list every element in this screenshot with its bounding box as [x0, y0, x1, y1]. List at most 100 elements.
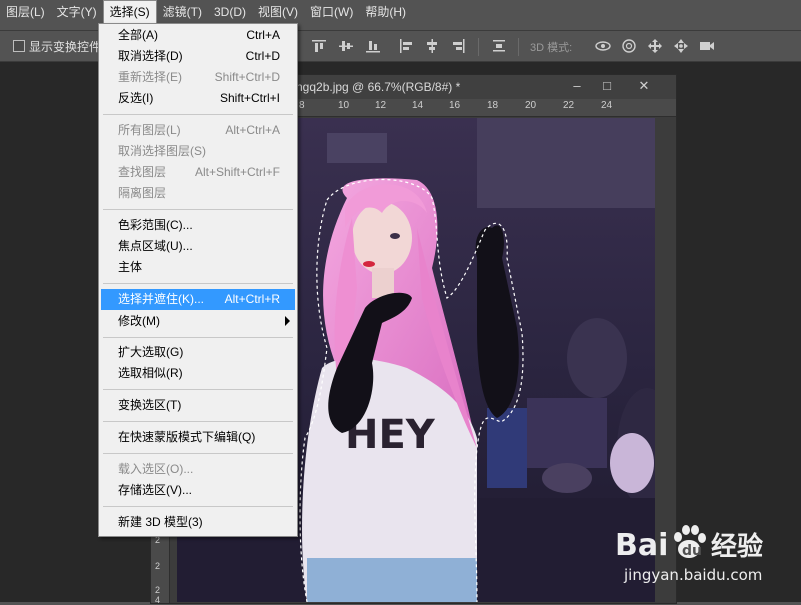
- menu-item-shortcut: Alt+Shift+Ctrl+F: [194, 165, 280, 179]
- menu-3d[interactable]: 3D(D): [208, 0, 252, 24]
- show-transform-label: 显示变换控件: [29, 40, 102, 54]
- menu-item-label: 色彩范围(C)...: [118, 218, 193, 232]
- paw-icon: du: [674, 525, 706, 559]
- submenu-arrow-icon: [285, 316, 290, 326]
- menu-item-shortcut: Ctrl+A: [246, 28, 280, 42]
- ruler-label: 10: [338, 100, 350, 111]
- ruler-label: 8: [299, 100, 305, 111]
- align-hcenter-icon[interactable]: [423, 37, 441, 55]
- menu-item-similar[interactable]: 选取相似(R): [101, 363, 295, 384]
- menu-item-save-selection[interactable]: 存储选区(V)...: [101, 480, 295, 501]
- menu-item-label: 反选(I): [118, 91, 154, 105]
- menu-item-inverse[interactable]: 反选(I) Shift+Ctrl+I: [101, 88, 295, 109]
- ruler-label: 2: [155, 561, 161, 571]
- menu-help[interactable]: 帮助(H): [359, 0, 412, 24]
- menu-select[interactable]: 选择(S): [102, 0, 157, 24]
- distribute-icon[interactable]: [490, 37, 508, 55]
- menu-layer[interactable]: 图层(L): [0, 0, 51, 24]
- menu-item-label: 全部(A): [118, 28, 158, 42]
- menu-item-label: 隔离图层: [118, 186, 167, 200]
- pan-3d-icon[interactable]: [646, 37, 664, 55]
- show-transform-checkbox[interactable]: [13, 40, 25, 52]
- menu-bar: 图层(L) 文字(Y) 选择(S) 滤镜(T) 3D(D) 视图(V) 窗口(W…: [0, 0, 801, 24]
- baidu-jingyan-logo: Bai du 经验: [615, 521, 785, 568]
- menu-item-label: 查找图层: [118, 165, 167, 179]
- menu-item-isolate-layers: 隔离图层: [101, 183, 295, 204]
- svg-text:du: du: [682, 543, 702, 559]
- menu-item-all-layers: 所有图层(L) Alt+Ctrl+A: [101, 120, 295, 141]
- menu-item-focus-area[interactable]: 焦点区域(U)...: [101, 236, 295, 257]
- align-vcenter-icon[interactable]: [337, 37, 355, 55]
- menu-separator: [103, 389, 293, 390]
- maximize-button[interactable]: □: [592, 77, 622, 95]
- minimize-button[interactable]: –: [562, 77, 592, 95]
- menu-item-shortcut: Shift+Ctrl+I: [219, 91, 280, 105]
- ruler-label: 16: [449, 100, 461, 111]
- menu-item-grow[interactable]: 扩大选取(G): [101, 342, 295, 363]
- separator: [518, 38, 519, 56]
- menu-item-deselect-layers: 取消选择图层(S): [101, 141, 295, 162]
- menu-item-label: 在快速蒙版模式下编辑(Q): [118, 430, 256, 444]
- menu-item-label: 选取相似(R): [118, 366, 183, 380]
- menu-type[interactable]: 文字(Y): [51, 0, 103, 24]
- menu-item-label: 焦点区域(U)...: [118, 239, 193, 253]
- ruler-label: 14: [412, 100, 424, 111]
- align-bottom-icon[interactable]: [364, 37, 382, 55]
- menu-item-new-3d-model[interactable]: 新建 3D 模型(3): [101, 512, 295, 533]
- menu-item-deselect[interactable]: 取消选择(D) Ctrl+D: [101, 46, 295, 67]
- menu-item-label: 存储选区(V)...: [118, 483, 192, 497]
- align-right-icon[interactable]: [449, 37, 467, 55]
- menu-item-label: 取消选择(D): [118, 49, 183, 63]
- menu-view[interactable]: 视图(V): [252, 0, 304, 24]
- menu-item-label: 新建 3D 模型(3): [118, 515, 203, 529]
- select-menu-dropdown: 全部(A) Ctrl+A 取消选择(D) Ctrl+D 重新选择(E) Shift+C…: [98, 23, 298, 537]
- close-button[interactable]: ✕: [629, 77, 659, 95]
- menu-separator: [103, 114, 293, 115]
- menu-separator: [103, 283, 293, 284]
- menu-item-shortcut: Shift+Ctrl+D: [214, 70, 280, 84]
- menu-item-label: 重新选择(E): [118, 70, 182, 84]
- menu-item-shortcut: Alt+Ctrl+A: [225, 123, 280, 137]
- ruler-label: 22: [563, 100, 575, 111]
- camera-3d-icon[interactable]: [698, 37, 716, 55]
- menu-item-shortcut: Alt+Ctrl+R: [224, 292, 280, 306]
- menu-item-select-and-mask[interactable]: 选择并遮住(K)... Alt+Ctrl+R: [101, 289, 295, 310]
- menu-item-label: 选择并遮住(K)...: [118, 292, 204, 306]
- menu-item-color-range[interactable]: 色彩范围(C)...: [101, 215, 295, 236]
- svg-text:Bai: Bai: [615, 528, 668, 563]
- menu-item-all[interactable]: 全部(A) Ctrl+A: [101, 25, 295, 46]
- menu-item-label: 载入选区(O)...: [118, 462, 194, 476]
- ruler-label: 4: [155, 595, 161, 605]
- ruler-label: 20: [525, 100, 537, 111]
- menu-item-label: 修改(M): [118, 314, 160, 328]
- ruler-label: 12: [375, 100, 387, 111]
- align-left-icon[interactable]: [397, 37, 415, 55]
- menu-item-reselect: 重新选择(E) Shift+Ctrl+D: [101, 67, 295, 88]
- menu-separator: [103, 209, 293, 210]
- menu-item-quick-mask[interactable]: 在快速蒙版模式下编辑(Q): [101, 427, 295, 448]
- menu-item-label: 取消选择图层(S): [118, 144, 206, 158]
- ruler-label: 2: [155, 585, 161, 595]
- menu-separator: [103, 337, 293, 338]
- roll-3d-icon[interactable]: [620, 37, 638, 55]
- watermark-url: jingyan.baidu.com: [624, 566, 763, 584]
- menu-item-subject[interactable]: 主体: [101, 257, 295, 278]
- menu-window[interactable]: 窗口(W): [304, 0, 359, 24]
- document-title: ngq2b.jpg @ 66.7%(RGB/8#) *: [296, 80, 461, 94]
- slide-3d-icon[interactable]: [672, 37, 690, 55]
- separator: [478, 38, 479, 56]
- menu-item-transform-selection[interactable]: 变换选区(T): [101, 395, 295, 416]
- align-top-icon[interactable]: [310, 37, 328, 55]
- menu-item-load-selection: 载入选区(O)...: [101, 459, 295, 480]
- menu-item-shortcut: Ctrl+D: [245, 49, 280, 63]
- menu-item-find-layers: 查找图层 Alt+Shift+Ctrl+F: [101, 162, 295, 183]
- menu-separator: [103, 421, 293, 422]
- menu-item-modify[interactable]: 修改(M): [101, 311, 295, 332]
- menu-separator: [103, 453, 293, 454]
- menu-item-label: 变换选区(T): [118, 398, 182, 412]
- menu-filter[interactable]: 滤镜(T): [157, 0, 208, 24]
- menu-item-label: 主体: [118, 260, 143, 274]
- orbit-3d-icon[interactable]: [594, 37, 612, 55]
- menu-item-label: 所有图层(L): [118, 123, 181, 137]
- ruler-label: 18: [487, 100, 499, 111]
